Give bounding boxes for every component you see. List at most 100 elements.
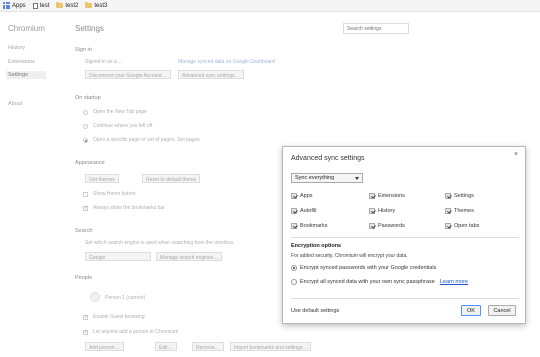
people-heading: People	[75, 275, 93, 281]
avatar	[90, 292, 100, 302]
appearance-heading: Appearance	[75, 160, 105, 166]
dialog-title: Advanced sync settings	[291, 155, 365, 162]
encrypt-passwords-option[interactable]: Encrypt synced passwords with your Googl…	[291, 265, 436, 271]
apps-grid-icon	[3, 2, 10, 9]
search-settings-input[interactable]	[343, 23, 409, 34]
bookmark-apps[interactable]: Apps	[3, 2, 26, 9]
option-label: Encrypt all synced data with your own sy…	[300, 279, 435, 285]
appearance-opt-label: Always show the bookmarks bar	[93, 205, 165, 211]
edit-person-button[interactable]: Edit…	[155, 342, 177, 351]
sync-item-label: Themes	[454, 208, 474, 214]
folder-icon	[56, 1, 64, 8]
close-icon[interactable]: ×	[514, 151, 518, 158]
checkbox[interactable]	[445, 223, 451, 229]
startup-radio-newtab[interactable]	[83, 110, 88, 115]
sync-item-passwords[interactable]: Passwords	[369, 223, 405, 229]
disconnect-account-button[interactable]: Disconnect your Google Account…	[85, 70, 171, 79]
startup-radio-continue[interactable]	[83, 124, 88, 129]
home-button-checkbox[interactable]	[83, 192, 88, 197]
sync-item-label: History	[378, 208, 396, 214]
people-opt-label: Enable Guest browsing	[93, 314, 145, 320]
guest-browsing-checkbox[interactable]: ✓	[83, 315, 88, 320]
startup-heading: On startup	[75, 95, 101, 101]
checkbox[interactable]	[291, 223, 297, 229]
sync-item-label: Autofill	[300, 208, 317, 214]
checkbox[interactable]	[369, 223, 375, 229]
checkbox[interactable]	[445, 208, 451, 214]
learn-more-link[interactable]: Learn more	[440, 279, 468, 285]
search-engine-select[interactable]: Google	[85, 252, 151, 261]
advanced-sync-button[interactable]: Advanced sync settings…	[178, 70, 244, 79]
encryption-description: For added security, Chromium will encryp…	[291, 253, 408, 259]
radio-selected[interactable]	[291, 265, 297, 271]
sidebar-item-extensions[interactable]: Extensions	[8, 59, 35, 65]
checkbox[interactable]	[291, 193, 297, 199]
startup-opt-label: Open the New Tab page	[93, 109, 147, 115]
advanced-sync-dialog: Advanced sync settings × Sync everything…	[282, 146, 526, 324]
import-bookmarks-button[interactable]: Import bookmarks and settings…	[230, 342, 312, 351]
page-icon	[32, 2, 38, 9]
use-default-settings-link[interactable]: Use default settings	[291, 308, 339, 314]
startup-opt-label: Continue where you left off	[93, 123, 153, 129]
sync-item-label: Apps	[300, 193, 313, 199]
sync-item-history[interactable]: History	[369, 208, 395, 214]
sync-mode-select[interactable]: Sync everything	[291, 173, 363, 183]
sync-mode-value: Sync everything	[295, 175, 335, 181]
sync-item-bookmarks[interactable]: Bookmarks	[291, 223, 328, 229]
ok-button[interactable]: OK	[461, 305, 481, 316]
chevron-down-icon	[355, 176, 359, 180]
encryption-title: Encryption options	[291, 243, 342, 249]
cancel-button[interactable]: Cancel	[488, 305, 516, 316]
remove-person-button[interactable]: Remove…	[192, 342, 224, 351]
sidebar-item-history[interactable]: History	[8, 45, 25, 51]
divider	[291, 237, 519, 238]
bookmark-folder-test3[interactable]: test3	[85, 1, 108, 9]
sync-item-label: Extensions	[378, 193, 405, 199]
bookmarks-bar: Apps test test2 test3	[0, 0, 540, 12]
checkbox[interactable]	[445, 193, 451, 199]
search-heading: Search	[75, 228, 93, 234]
bookmark-test[interactable]: test	[32, 2, 49, 9]
sync-item-label: Bookmarks	[300, 223, 328, 229]
page-title: Settings	[75, 24, 104, 33]
radio-unselected[interactable]	[291, 279, 297, 285]
brand-title: Chromium	[8, 24, 45, 33]
get-themes-button[interactable]: Get themes	[85, 174, 119, 183]
bookmark-label: Apps	[12, 2, 26, 9]
bookmarks-bar-checkbox[interactable]: ✓	[83, 206, 88, 211]
startup-opt-label: Open a specific page or set of pages. Se…	[93, 137, 200, 143]
search-description: Set which search engine is used when sea…	[85, 240, 235, 246]
people-opt-label: Let anyone add a person to Chromium	[93, 329, 179, 335]
current-person-label: Person 1 (current)	[105, 295, 146, 301]
checkbox[interactable]	[291, 208, 297, 214]
folder-icon	[85, 1, 93, 8]
appearance-opt-label: Show Home button	[93, 191, 136, 197]
bookmark-label: test2	[65, 2, 79, 9]
sidebar: Chromium History Extensions Settings Abo…	[0, 12, 62, 357]
add-person-button[interactable]: Add person…	[85, 342, 124, 351]
sync-item-themes[interactable]: Themes	[445, 208, 474, 214]
bookmark-label: test3	[94, 2, 108, 9]
sync-item-autofill[interactable]: Autofill	[291, 208, 317, 214]
option-label: Encrypt synced passwords with your Googl…	[300, 265, 437, 271]
sync-item-label: Passwords	[378, 223, 405, 229]
bookmark-folder-test2[interactable]: test2	[56, 1, 79, 9]
add-person-checkbox[interactable]: ✓	[83, 330, 88, 335]
reset-theme-button[interactable]: Reset to default theme	[142, 174, 201, 183]
startup-radio-specific[interactable]	[83, 138, 88, 143]
encrypt-all-option[interactable]: Encrypt all synced data with your own sy…	[291, 279, 468, 285]
checkbox[interactable]	[369, 193, 375, 199]
sync-item-open-tabs[interactable]: Open tabs	[445, 223, 479, 229]
divider	[291, 298, 519, 299]
manage-search-engines-button[interactable]: Manage search engines…	[156, 252, 223, 261]
sync-item-settings[interactable]: Settings	[445, 193, 474, 199]
sync-item-extensions[interactable]: Extensions	[369, 193, 405, 199]
checkbox[interactable]	[369, 208, 375, 214]
google-dashboard-link[interactable]: Manage synced data on Google Dashboard	[178, 59, 275, 65]
sync-item-label: Open tabs	[454, 223, 480, 229]
sidebar-item-about[interactable]: About	[8, 101, 22, 107]
signin-heading: Sign in	[75, 47, 92, 53]
signin-status: Signed in as a…	[85, 59, 122, 65]
sync-item-apps[interactable]: Apps	[291, 193, 313, 199]
sidebar-item-settings[interactable]: Settings	[6, 71, 46, 79]
